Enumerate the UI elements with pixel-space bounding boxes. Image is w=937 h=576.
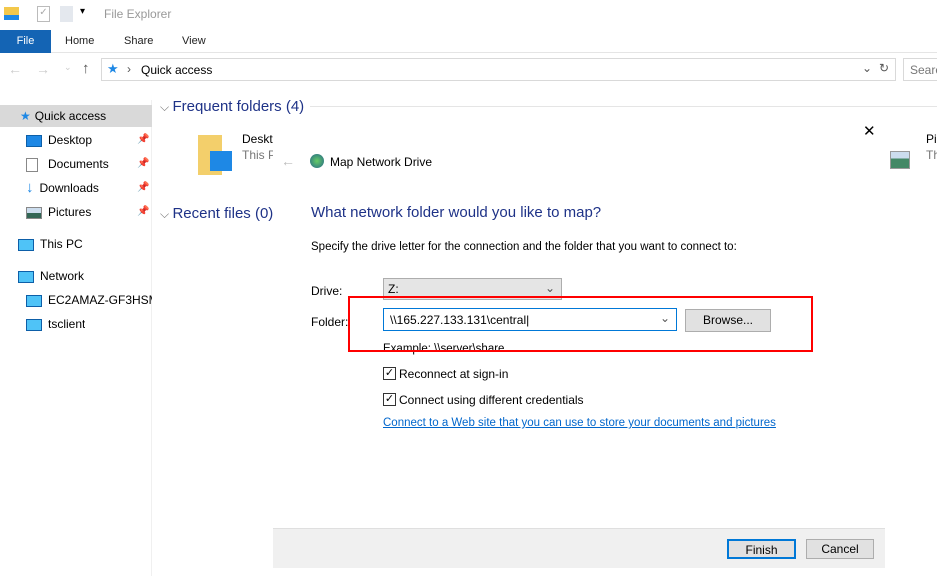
pin-icon: 📌 xyxy=(137,158,150,169)
pictures-icon xyxy=(26,206,42,219)
cancel-button[interactable]: Cancel xyxy=(806,539,874,559)
tab-share[interactable]: Share xyxy=(124,30,153,53)
network-drive-icon xyxy=(310,154,324,168)
dialog-heading: What network folder would you like to ma… xyxy=(311,204,602,221)
title-bar: ✓ ▾ File Explorer xyxy=(0,0,937,30)
address-dropdown-icon[interactable]: ⌄ xyxy=(862,61,872,75)
new-folder-icon[interactable] xyxy=(60,6,73,22)
breadcrumb-separator: › xyxy=(127,62,131,76)
breadcrumb[interactable]: Quick access xyxy=(141,63,212,77)
dialog-title: Map Network Drive xyxy=(330,155,433,169)
forward-icon[interactable]: → xyxy=(36,61,50,77)
highlight-box xyxy=(348,296,813,352)
sidebar-item-quick-access[interactable]: ★ Quick access xyxy=(0,105,152,127)
recent-files-header[interactable]: ⌵ Recent files (0) xyxy=(160,205,273,222)
sidebar-item-desktop[interactable]: Desktop xyxy=(26,129,92,151)
ribbon-tabs: File Home Share View xyxy=(0,30,937,53)
folder-label: Folder: xyxy=(311,315,349,329)
star-icon: ★ xyxy=(20,109,31,123)
folder-tile-desktop[interactable]: Deskt This P xyxy=(196,132,276,180)
window-title: File Explorer xyxy=(104,7,172,21)
dialog-footer: Finish Cancel xyxy=(273,528,885,568)
sidebar-item-downloads[interactable]: ↓ Downloads xyxy=(26,177,99,199)
sidebar-item-network[interactable]: Network xyxy=(18,265,84,287)
folder-icon xyxy=(4,7,19,20)
frequent-folders-header[interactable]: ⌵ Frequent folders (4) xyxy=(160,98,304,115)
credentials-checkbox[interactable]: ✓ xyxy=(383,393,396,406)
pin-icon: 📌 xyxy=(137,206,150,217)
reconnect-label[interactable]: Reconnect at sign-in xyxy=(399,367,508,381)
web-site-link[interactable]: Connect to a Web site that you can use t… xyxy=(383,417,776,429)
back-icon[interactable]: ← xyxy=(8,61,22,77)
sidebar-item-tsclient[interactable]: tsclient xyxy=(26,313,85,335)
back-icon[interactable]: ← xyxy=(281,153,295,169)
sidebar-item-ec2amaz[interactable]: EC2AMAZ-GF3HSM xyxy=(26,289,152,311)
desktop-icon xyxy=(210,151,232,171)
desktop-icon xyxy=(26,134,42,147)
refresh-icon[interactable]: ↻ xyxy=(879,61,889,75)
documents-icon xyxy=(26,157,38,172)
pin-icon: 📌 xyxy=(137,134,150,145)
tab-home[interactable]: Home xyxy=(65,30,94,53)
reconnect-checkbox[interactable]: ✓ xyxy=(383,367,396,380)
network-icon xyxy=(18,270,34,283)
sidebar-item-this-pc[interactable]: This PC xyxy=(18,233,83,255)
map-network-drive-dialog: ✕ ← Map Network Drive What network folde… xyxy=(273,118,885,568)
sidebar-item-pictures[interactable]: Pictures xyxy=(26,201,91,223)
computer-icon xyxy=(18,238,34,251)
up-icon[interactable]: ↑ xyxy=(82,60,90,77)
divider xyxy=(310,106,937,107)
computer-icon xyxy=(26,294,42,307)
instructions-text: Specify the drive letter for the connect… xyxy=(311,241,737,253)
recent-locations-icon[interactable]: ⌄ xyxy=(64,62,72,73)
download-icon: ↓ xyxy=(26,179,34,196)
navigation-pane: ★ Quick access Desktop 📌 Documents 📌 ↓ Downl… xyxy=(0,100,152,576)
customize-dropdown-icon[interactable]: ▾ xyxy=(80,6,85,17)
search-input[interactable]: Search xyxy=(903,58,937,81)
address-bar[interactable]: ★ › Quick access ⌄ ↻ xyxy=(101,58,896,81)
folder-tile-pictures[interactable]: Pi Th xyxy=(886,132,937,180)
finish-button[interactable]: Finish xyxy=(727,539,796,559)
tab-view[interactable]: View xyxy=(182,30,206,53)
drive-label: Drive: xyxy=(311,284,343,298)
star-icon: ★ xyxy=(107,61,119,76)
pin-icon: 📌 xyxy=(137,182,150,193)
tab-file[interactable]: File xyxy=(0,30,51,53)
properties-icon[interactable]: ✓ xyxy=(37,6,50,22)
chevron-down-icon: ⌄ xyxy=(544,281,555,295)
sidebar-item-documents[interactable]: Documents xyxy=(26,153,109,175)
close-icon[interactable]: ✕ xyxy=(863,122,876,140)
pictures-icon xyxy=(890,151,910,169)
credentials-label[interactable]: Connect using different credentials xyxy=(399,393,584,407)
computer-icon xyxy=(26,318,42,331)
